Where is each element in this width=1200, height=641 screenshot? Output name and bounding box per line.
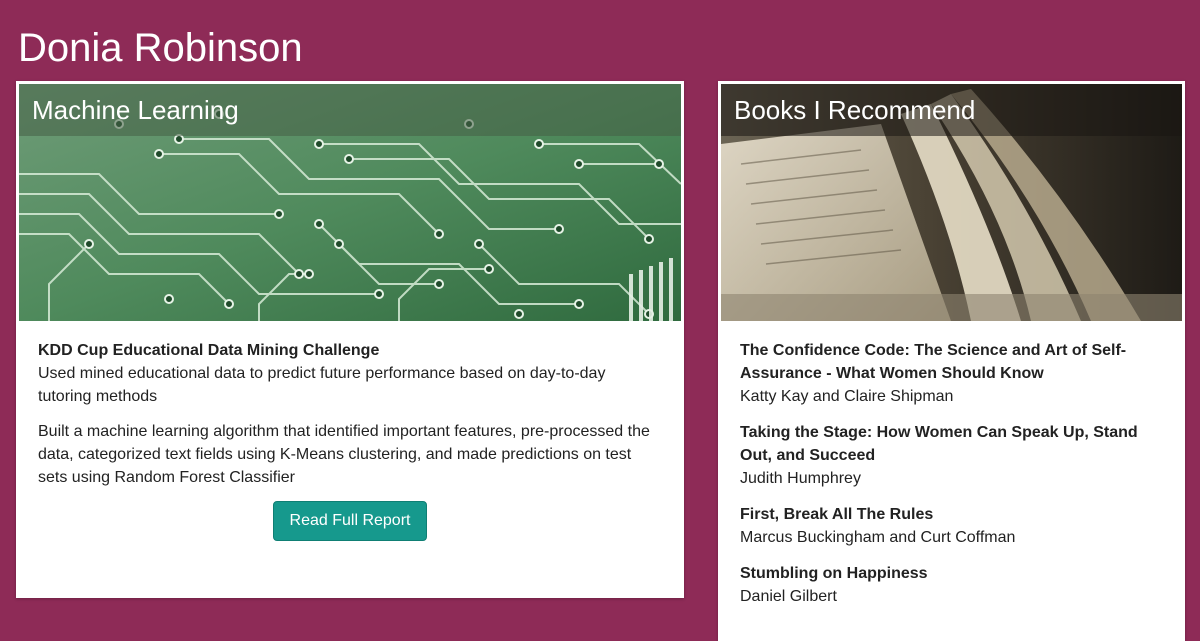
list-item: Taking the Stage: How Women Can Speak Up…	[740, 421, 1163, 490]
book-title: Taking the Stage: How Women Can Speak Up…	[740, 424, 1138, 464]
book-author: Daniel Gilbert	[740, 588, 837, 605]
book-title: The Confidence Code: The Science and Art…	[740, 342, 1127, 382]
machine-learning-card: Machine Learning KDD Cup Educational Dat…	[16, 81, 684, 598]
books-card-body: The Confidence Code: The Science and Art…	[721, 321, 1182, 608]
machine-learning-card-body: KDD Cup Educational Data Mining Challeng…	[19, 321, 681, 541]
project-title: KDD Cup Educational Data Mining Challeng…	[38, 342, 380, 359]
page-title: Donia Robinson	[18, 26, 303, 70]
list-item: The Confidence Code: The Science and Art…	[740, 339, 1163, 408]
book-list: The Confidence Code: The Science and Art…	[740, 339, 1163, 608]
book-author: Marcus Buckingham and Curt Coffman	[740, 529, 1016, 546]
card-title-machine-learning: Machine Learning	[19, 84, 681, 136]
list-item: Stumbling on Happiness Daniel Gilbert	[740, 562, 1163, 608]
books-card: Books I Recommend The Confidence Code: T…	[718, 81, 1185, 641]
book-title: First, Break All The Rules	[740, 506, 934, 523]
project-summary: Used mined educational data to predict f…	[38, 365, 606, 405]
open-book-image: Books I Recommend	[721, 84, 1182, 321]
book-author: Katty Kay and Claire Shipman	[740, 388, 954, 405]
project-detail: Built a machine learning algorithm that …	[38, 423, 650, 486]
button-container: Read Full Report	[38, 501, 662, 541]
list-item: First, Break All The Rules Marcus Buckin…	[740, 503, 1163, 549]
book-author: Judith Humphrey	[740, 470, 861, 487]
card-title-books: Books I Recommend	[721, 84, 1182, 136]
book-title: Stumbling on Happiness	[740, 565, 928, 582]
read-full-report-button[interactable]: Read Full Report	[273, 501, 427, 541]
circuit-board-image: Machine Learning	[19, 84, 681, 321]
